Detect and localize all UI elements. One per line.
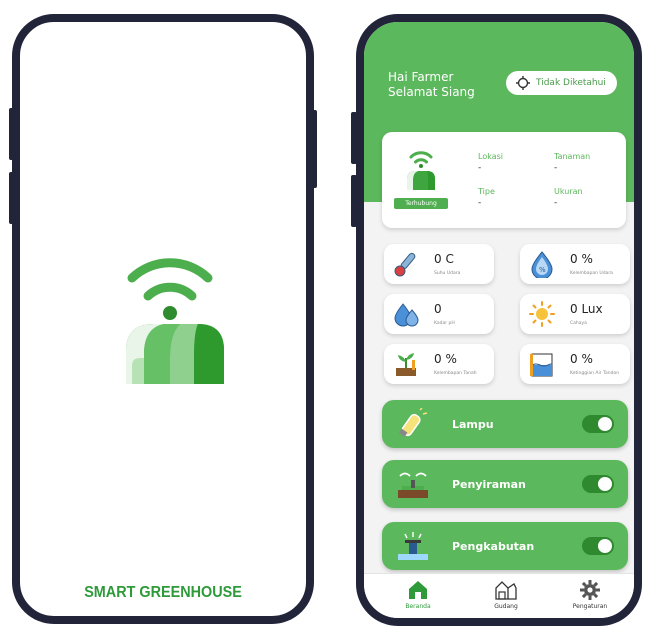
- sensor-kadar-ph-label: Kadar pH: [434, 321, 455, 326]
- svg-text:%: %: [539, 266, 546, 274]
- greeting: Hai Farmer Selamat Siang: [388, 70, 475, 100]
- control-pengkabutan-label: Pengkabutan: [452, 540, 535, 553]
- sensor-kelembapan-udara[interactable]: % 0 % Kelembapan Udara: [520, 244, 630, 284]
- lamp-icon: [398, 408, 428, 437]
- control-lampu-label: Lampu: [452, 418, 494, 431]
- splash-phone: SMART GREENHOUSE: [12, 14, 314, 624]
- greeting-time: Selamat Siang: [388, 85, 475, 99]
- sensor-kelembapan-udara-value: 0 %: [570, 252, 593, 266]
- sensor-suhu-udara[interactable]: 0 C Suhu Udara: [384, 244, 494, 284]
- sensor-suhu-udara-value: 0 C: [434, 252, 454, 266]
- tanaman-value: -: [554, 163, 558, 173]
- warehouse-icon: [495, 581, 517, 600]
- lampu-toggle[interactable]: [582, 415, 614, 433]
- sensor-kadar-ph[interactable]: 0 Kadar pH: [384, 294, 494, 334]
- sensor-ketinggian-air-value: 0 %: [570, 352, 593, 366]
- penyiraman-toggle[interactable]: [582, 475, 614, 493]
- gear-icon: [580, 580, 600, 600]
- humidity-drop-icon: %: [531, 251, 553, 278]
- home-icon: [409, 581, 427, 599]
- plant-soil-icon: [396, 353, 416, 376]
- lokasi-label: Lokasi: [478, 152, 503, 161]
- control-penyiraman-label: Penyiraman: [452, 478, 526, 491]
- status-badge: Terhubung: [394, 198, 448, 209]
- greenhouse-info-card[interactable]: Terhubung Lokasi - Tanaman - Tipe - Ukur…: [382, 132, 626, 228]
- nav-gudang[interactable]: Gudang: [476, 580, 536, 610]
- greenhouse-wifi-icon: [407, 151, 435, 190]
- lokasi-value: -: [478, 163, 482, 173]
- sensor-suhu-udara-label: Suhu Udara: [434, 271, 461, 276]
- sensor-kelembapan-tanah-label: Kelembapan Tanah: [434, 371, 477, 376]
- bottom-navigation: Beranda Gudang Pengaturan: [364, 573, 634, 618]
- location-button[interactable]: Tidak Diketahui: [506, 71, 617, 95]
- nav-beranda-label: Beranda: [405, 603, 431, 610]
- sun-icon: [529, 301, 555, 327]
- sensor-ketinggian-air-label: Ketinggian Air Tandon: [570, 371, 620, 376]
- control-pengkabutan[interactable]: Pengkabutan: [382, 522, 628, 570]
- thermometer-icon: [394, 252, 416, 277]
- sensor-kadar-ph-value: 0: [434, 302, 442, 316]
- tipe-value: -: [478, 198, 482, 208]
- sensor-cahaya-value: 0 Lux: [570, 302, 603, 316]
- location-label: Tidak Diketahui: [536, 78, 606, 88]
- sensor-ketinggian-air[interactable]: 0 % Ketinggian Air Tandon: [520, 344, 630, 384]
- greenhouse-logo: [110, 258, 230, 388]
- control-lampu[interactable]: Lampu: [382, 400, 628, 448]
- sprinkler-icon: [398, 472, 428, 498]
- ph-drop-icon: [394, 303, 419, 327]
- sensor-cahaya-label: Cahaya: [570, 321, 587, 326]
- water-level-icon: [530, 353, 553, 377]
- tanaman-label: Tanaman: [554, 152, 591, 161]
- sensor-kelembapan-udara-label: Kelembapan Udara: [570, 271, 613, 276]
- mist-sprayer-icon: [398, 532, 428, 560]
- app-title: SMART GREENHOUSE: [84, 584, 242, 601]
- crosshair-icon: [516, 76, 530, 90]
- pengkabutan-toggle-knob: [598, 539, 612, 553]
- nav-pengaturan-label: Pengaturan: [572, 603, 608, 610]
- control-penyiraman[interactable]: Penyiraman: [382, 460, 628, 508]
- lampu-toggle-knob: [598, 417, 612, 431]
- penyiraman-toggle-knob: [598, 477, 612, 491]
- tipe-label: Tipe: [478, 187, 495, 196]
- nav-beranda[interactable]: Beranda: [388, 580, 448, 610]
- dashboard-phone: Hai Farmer Selamat Siang Tidak Diketahui…: [356, 14, 642, 626]
- sensor-kelembapan-tanah-value: 0 %: [434, 352, 457, 366]
- sensor-cahaya[interactable]: 0 Lux Cahaya: [520, 294, 630, 334]
- nav-pengaturan[interactable]: Pengaturan: [560, 580, 620, 610]
- pengkabutan-toggle[interactable]: [582, 537, 614, 555]
- nav-gudang-label: Gudang: [494, 603, 518, 610]
- ukuran-label: Ukuran: [554, 187, 583, 196]
- sensor-kelembapan-tanah[interactable]: 0 % Kelembapan Tanah: [384, 344, 494, 384]
- ukuran-value: -: [554, 198, 558, 208]
- greeting-name: Hai Farmer: [388, 70, 454, 84]
